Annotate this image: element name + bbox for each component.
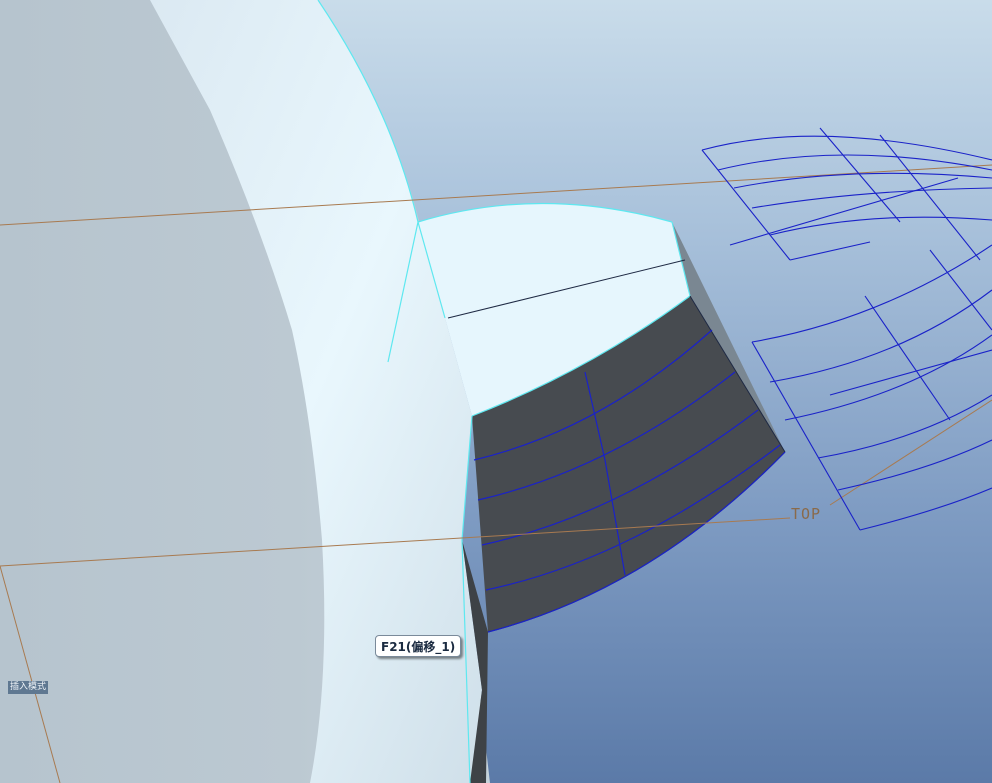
model-scene[interactable] — [0, 0, 992, 783]
datum-plane-icon[interactable]: TOP — [791, 505, 821, 523]
insert-mode-label: 插入模式 — [10, 682, 47, 692]
datum-plane-label: TOP — [791, 505, 822, 523]
insert-mode-badge[interactable]: 插入模式 — [8, 681, 49, 694]
feature-tooltip-text: F21(偏移_1) — [381, 640, 456, 654]
curve-network-upper — [701, 127, 992, 261]
graphics-viewport[interactable]: TOP F21(偏移_1) 插入模式 — [0, 0, 992, 783]
curve-network-lower — [751, 244, 992, 531]
feature-tooltip: F21(偏移_1) — [375, 635, 462, 657]
